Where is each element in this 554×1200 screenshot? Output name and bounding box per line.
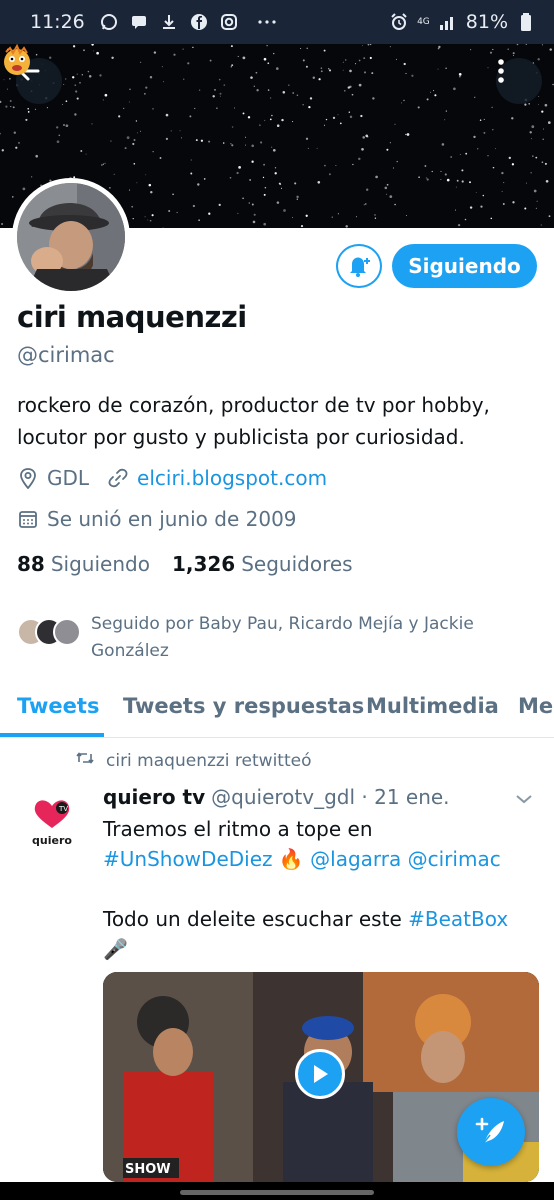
battery-icon [516,12,536,32]
fire-emoji: 🔥 [278,847,304,871]
battery-percent: 81% [465,11,508,33]
following-button[interactable]: Siguiendo [392,244,537,288]
tweet-author-name[interactable]: quiero tv [103,785,205,809]
bio-line: rockero de corazón, productor de tv por … [17,393,490,417]
profile-screen: 11:26 4G 81% Siguiendo ciri maquenzzi @c… [0,0,554,1200]
joined-row: Se unió en junio de 2009 [17,507,297,531]
play-button[interactable] [295,1049,345,1099]
mic-emoji: 🎤 [103,937,128,961]
tweet-line: Todo un deleite escuchar este #BeatBox [103,904,533,934]
mention-link[interactable]: @lagarra [310,847,401,871]
download-icon [159,12,179,32]
tweet-author-meta: @quierotv_gdl · 21 ene. [211,785,450,809]
following-label: Siguiendo [50,552,150,576]
profile-handle: @cirimac [17,343,115,367]
tweet-text-segment: Todo un deleite escuchar este [103,907,402,931]
alarm-icon [389,12,409,32]
retweet-context: ciri maquenzzi retwitteó [76,750,312,771]
location-pin-icon [17,467,39,489]
tweet-header: quiero tv @quierotv_gdl · 21 ene. [103,785,450,809]
notifications-button[interactable] [336,244,382,288]
vertical-dots-icon [498,59,504,83]
profile-joined-date: Se unió en junio de 2009 [47,507,297,531]
profile-website-link[interactable]: elciri.blogspot.com [137,466,327,490]
followed-by-text[interactable]: Seguido por Baby Pau, Ricardo Mejía y Ja… [91,611,531,665]
mention-link[interactable]: @cirimac [408,847,501,871]
chevron-down-icon [516,795,532,804]
hashtag-link[interactable]: #BeatBox [408,907,508,931]
signal-icon [438,12,458,32]
followed-by-avatars[interactable] [17,610,83,650]
tweet-menu-button[interactable] [514,790,534,809]
cartoon-face-icon [4,44,30,75]
home-gesture-bar[interactable] [180,1190,374,1195]
calendar-icon [17,508,39,530]
feather-plus-icon [475,1117,504,1145]
tweet-author-avatar[interactable]: TV quiero [22,790,82,850]
bio-line: locutor por gusto y publicista por curio… [17,425,465,449]
quiero-logo-icon: TV quiero [32,800,72,847]
profile-avatar[interactable] [12,178,130,296]
active-tab-indicator [0,733,104,737]
following-count: 88 [17,552,45,576]
tweet-text: Traemos el ritmo a tope en #UnShowDeDiez… [103,814,533,964]
svg-text:TV: TV [58,805,68,813]
status-bar: 11:26 4G 81% [0,0,554,44]
avatar-photo [17,183,125,291]
profile-name: ciri maquenzzi [17,300,247,334]
profile-bio: rockero de corazón, productor de tv por … [17,389,537,453]
tweet-line: #UnShowDeDiez 🔥 @lagarra @cirimac [103,844,533,874]
instagram-icon [219,12,239,32]
followers-stat[interactable]: 1,326 Seguidores [172,552,353,576]
more-options-button[interactable] [496,58,542,104]
followers-label: Seguidores [241,552,353,576]
play-icon [314,1065,328,1083]
compose-tweet-button[interactable] [457,1098,525,1166]
avatar [53,618,81,646]
profile-tabs: Tweets Tweets y respuestas Multimedia Me [0,684,554,738]
network-label: 4G [417,16,430,27]
more-dots-icon [257,12,277,32]
followers-count: 1,326 [171,552,236,576]
follow-stats: 88 Siguiendo 1,326 Seguidores [17,552,353,576]
avatar-label: quiero [32,834,72,847]
tweet-line: Traemos el ritmo a tope en [103,817,373,841]
whatsapp-icon [99,12,119,32]
tab-likes[interactable]: Me [518,694,553,718]
link-icon [107,467,129,489]
hashtag-link[interactable]: #UnShowDeDiez [103,847,273,871]
location-website-row: GDL elciri.blogspot.com [17,466,327,490]
retweet-icon [76,750,94,771]
following-stat[interactable]: 88 Siguiendo [17,552,150,576]
chat-icon [129,12,149,32]
status-time: 11:26 [30,11,85,33]
retweet-label: ciri maquenzzi retwitteó [106,750,312,771]
bell-plus-icon [350,257,370,277]
video-caption: SHOW [125,1162,171,1177]
tab-tweets-and-replies[interactable]: Tweets y respuestas [123,694,364,718]
tab-tweets[interactable]: Tweets [17,694,99,718]
profile-location: GDL [47,466,90,490]
tab-media[interactable]: Multimedia [366,694,499,718]
facebook-icon [189,12,209,32]
system-nav-bar [0,1182,554,1200]
